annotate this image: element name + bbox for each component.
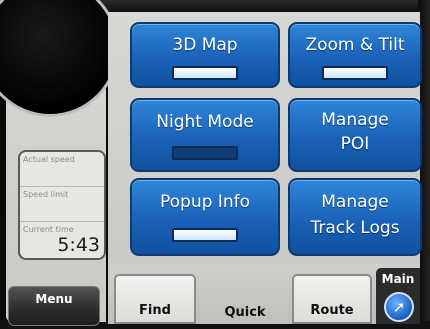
menu-button[interactable]: Menu: [8, 286, 100, 326]
info-row-current-time: Current time 5:43: [20, 222, 104, 256]
tab-find[interactable]: Find: [114, 274, 196, 324]
popup-info-toggle-indicator: [172, 228, 238, 242]
3d-map-toggle-indicator: [172, 66, 238, 80]
quick-options-grid: 3D Map Zoom & Tilt Night Mode Manage POI…: [108, 12, 422, 268]
tile-manage-poi-label-2: POI: [340, 134, 370, 154]
compass-arrow-icon: ➚: [384, 292, 414, 322]
speedometer-dial: [0, 0, 116, 114]
tile-night-mode[interactable]: Night Mode: [130, 98, 280, 172]
tab-find-label: Find: [139, 303, 171, 318]
trip-info-box: Actual speed Speed limit Current time 5:…: [18, 150, 106, 260]
tile-popup-info[interactable]: Popup Info: [130, 178, 280, 256]
tile-manage-poi-label: Manage: [321, 110, 389, 130]
main-button[interactable]: Main ➚: [376, 268, 420, 324]
tile-3d-map-label: 3D Map: [172, 35, 238, 55]
tab-route-label: Route: [310, 303, 354, 318]
speed-limit-label: Speed limit: [23, 190, 69, 199]
tile-popup-info-label: Popup Info: [160, 192, 250, 212]
tile-3d-map[interactable]: 3D Map: [130, 22, 280, 88]
info-row-speed-limit: Speed limit: [20, 187, 104, 222]
tile-zoom-tilt[interactable]: Zoom & Tilt: [288, 22, 422, 88]
tab-quick-label: Quick: [224, 305, 266, 320]
tile-manage-poi[interactable]: Manage POI: [288, 98, 422, 172]
bottom-tab-bar: Find Quick Route Main ➚: [108, 264, 420, 324]
zoom-tilt-toggle-indicator: [322, 66, 388, 80]
info-row-actual-speed: Actual speed: [20, 152, 104, 187]
main-button-label: Main: [381, 272, 415, 286]
left-info-panel: Actual speed Speed limit Current time 5:…: [0, 0, 116, 322]
night-mode-toggle-indicator: [172, 146, 238, 160]
tile-zoom-tilt-label: Zoom & Tilt: [305, 35, 405, 55]
tab-route[interactable]: Route: [292, 274, 372, 324]
tile-manage-track-logs-label: Manage: [321, 192, 389, 212]
current-time-label: Current time: [23, 225, 74, 234]
tile-manage-track-logs-label-2: Track Logs: [310, 218, 400, 238]
tile-night-mode-label: Night Mode: [156, 112, 254, 132]
current-time-value: 5:43: [57, 234, 100, 256]
menu-button-label: Menu: [35, 292, 73, 306]
tab-quick[interactable]: Quick: [200, 274, 290, 324]
tile-manage-track-logs[interactable]: Manage Track Logs: [288, 178, 422, 256]
actual-speed-label: Actual speed: [23, 155, 75, 164]
